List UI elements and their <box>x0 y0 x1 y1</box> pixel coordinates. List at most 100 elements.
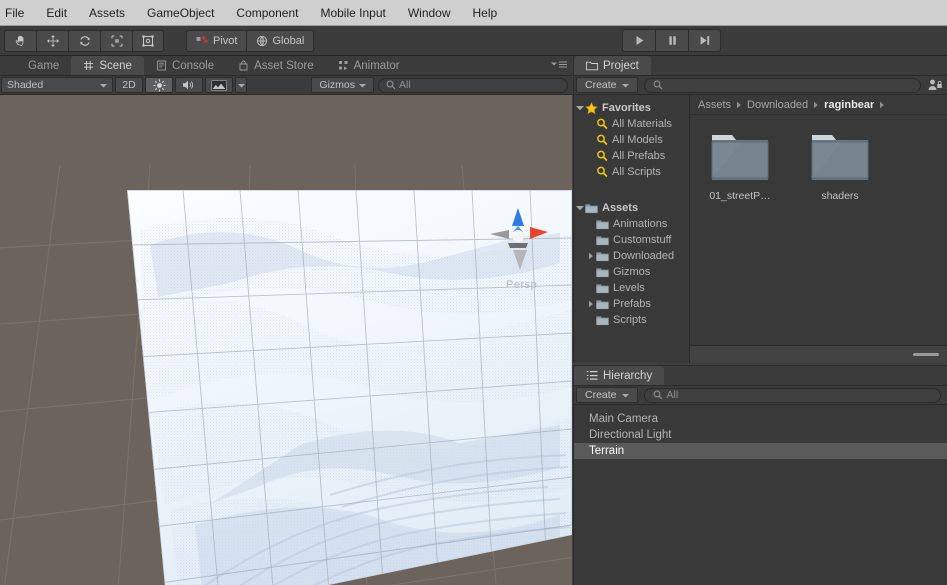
transform-tools-group <box>4 29 164 52</box>
folder-icon <box>596 299 609 310</box>
tree-item-scripts[interactable]: Scripts <box>574 312 689 328</box>
menu-item-mobile-input[interactable]: Mobile Input <box>309 3 396 23</box>
console-icon <box>156 60 167 71</box>
audio-toggle-button[interactable] <box>175 77 203 93</box>
move-tool-button[interactable] <box>36 29 68 52</box>
hierarchy-icon <box>586 370 598 381</box>
tree-item-all-materials[interactable]: All Materials <box>574 116 689 132</box>
star-icon <box>585 101 598 115</box>
tab-scene[interactable]: Scene <box>71 56 144 75</box>
folder-icon <box>596 235 609 246</box>
tab-animator-label: Animator <box>353 59 400 72</box>
tab-game[interactable]: Game <box>0 56 71 75</box>
asset-store-icon <box>238 60 249 71</box>
gizmos-dropdown[interactable]: Gizmos <box>311 77 374 93</box>
tree-group-favorites[interactable]: Favorites <box>574 100 689 116</box>
asset-item-label: 01_streetP… <box>709 190 771 202</box>
hierarchy-tab-row: Hierarchy <box>574 366 947 386</box>
menu-bar: File Edit Assets GameObject Component Mo… <box>0 0 947 26</box>
tab-console[interactable]: Console <box>144 56 226 75</box>
global-toggle-button[interactable]: Global <box>246 29 315 52</box>
tree-item-all-prefabs[interactable]: All Prefabs <box>574 148 689 164</box>
step-forward-icon <box>698 34 711 47</box>
menu-item-help[interactable]: Help <box>462 3 509 23</box>
tree-item-prefabs[interactable]: Prefabs <box>574 296 689 312</box>
hierarchy-item-label: Terrain <box>589 445 625 457</box>
menu-item-edit[interactable]: Edit <box>35 3 78 23</box>
hierarchy-item-directional-light[interactable]: Directional Light <box>574 427 947 443</box>
tree-label-gizmos: Gizmos <box>613 266 651 278</box>
hierarchy-search-input[interactable]: All <box>643 387 941 403</box>
pivot-toggle-button[interactable]: Pivot <box>186 29 247 52</box>
chevron-right-icon[interactable] <box>585 252 596 260</box>
menu-item-file[interactable]: File <box>0 3 35 23</box>
project-body: Favorites All Materials All Models All P… <box>574 95 947 363</box>
pivot-label: Pivot <box>213 34 238 47</box>
tree-label-all-prefabs: All Prefabs <box>612 150 666 162</box>
playback-controls <box>622 29 721 52</box>
tree-item-all-models[interactable]: All Models <box>574 132 689 148</box>
folder-icon <box>596 219 609 230</box>
asset-item[interactable]: shaders <box>802 129 878 202</box>
project-create-button[interactable]: Create <box>576 77 638 93</box>
hierarchy-create-label: Create <box>585 389 617 401</box>
rotate-tool-button[interactable] <box>68 29 100 52</box>
tab-project[interactable]: Project <box>574 56 651 75</box>
menu-item-component[interactable]: Component <box>225 3 309 23</box>
pause-button[interactable] <box>655 29 688 52</box>
breadcrumb-item-assets[interactable]: Assets <box>698 99 731 111</box>
hierarchy-search-placeholder: All <box>666 389 679 401</box>
tree-item-all-scripts[interactable]: All Scripts <box>574 164 689 180</box>
effects-dropdown-button[interactable] <box>235 77 247 93</box>
tab-hierarchy[interactable]: Hierarchy <box>574 366 665 385</box>
toggle-2d-button[interactable]: 2D <box>115 77 143 93</box>
tab-asset-store[interactable]: Asset Store <box>226 56 325 75</box>
play-button[interactable] <box>622 29 655 52</box>
chevron-down-icon[interactable] <box>574 205 585 211</box>
tab-project-label: Project <box>603 59 639 72</box>
tree-item-animations[interactable]: Animations <box>574 216 689 232</box>
hierarchy-panel: Hierarchy Create All Main Camera Directi… <box>573 365 947 585</box>
scene-search-input[interactable]: All <box>378 77 568 93</box>
scene-panel-menu-button[interactable] <box>551 60 567 69</box>
scene-viewport[interactable]: Persp <box>0 95 572 585</box>
lighting-toggle-button[interactable] <box>145 77 173 93</box>
tree-item-downloaded[interactable]: Downloaded <box>574 248 689 264</box>
tree-label-all-models: All Models <box>612 134 663 146</box>
hierarchy-create-button[interactable]: Create <box>576 387 638 403</box>
speaker-icon <box>182 79 196 91</box>
filter-lock-icon[interactable] <box>927 78 943 92</box>
search-icon <box>653 80 663 90</box>
chevron-right-icon[interactable] <box>585 300 596 308</box>
folder-icon <box>596 283 609 294</box>
project-content-pane: Assets Downloaded raginbear 01_streetP… … <box>690 95 947 363</box>
breadcrumb-item-raginbear[interactable]: raginbear <box>824 99 874 111</box>
chevron-right-icon <box>736 101 742 109</box>
step-button[interactable] <box>688 29 721 52</box>
rect-tool-button[interactable] <box>132 29 164 52</box>
project-search-input[interactable] <box>643 77 921 93</box>
hierarchy-item-main-camera[interactable]: Main Camera <box>574 411 947 427</box>
chevron-down-icon <box>621 83 629 88</box>
menu-item-gameobject[interactable]: GameObject <box>136 3 225 23</box>
tree-group-assets[interactable]: Assets <box>574 200 689 216</box>
hierarchy-item-terrain[interactable]: Terrain <box>574 443 947 459</box>
tab-animator[interactable]: Animator <box>326 56 412 75</box>
tree-item-gizmos[interactable]: Gizmos <box>574 264 689 280</box>
tree-label-assets: Assets <box>602 202 639 214</box>
menu-item-assets[interactable]: Assets <box>78 3 136 23</box>
menu-item-window[interactable]: Window <box>397 3 462 23</box>
folder-icon <box>585 203 598 214</box>
tree-item-customstuff[interactable]: Customstuff <box>574 232 689 248</box>
tree-label-prefabs: Prefabs <box>613 298 651 310</box>
tree-item-levels[interactable]: Levels <box>574 280 689 296</box>
chevron-down-icon[interactable] <box>574 105 585 111</box>
asset-item[interactable]: 01_streetP… <box>702 129 778 202</box>
draw-mode-dropdown[interactable]: Shaded <box>1 77 113 93</box>
effects-toggle-button[interactable] <box>205 77 233 93</box>
hand-tool-button[interactable] <box>4 29 36 52</box>
scale-tool-button[interactable] <box>100 29 132 52</box>
animator-icon <box>338 60 349 71</box>
breadcrumb-item-downloaded[interactable]: Downloaded <box>747 99 808 111</box>
asset-size-slider[interactable] <box>913 353 939 356</box>
